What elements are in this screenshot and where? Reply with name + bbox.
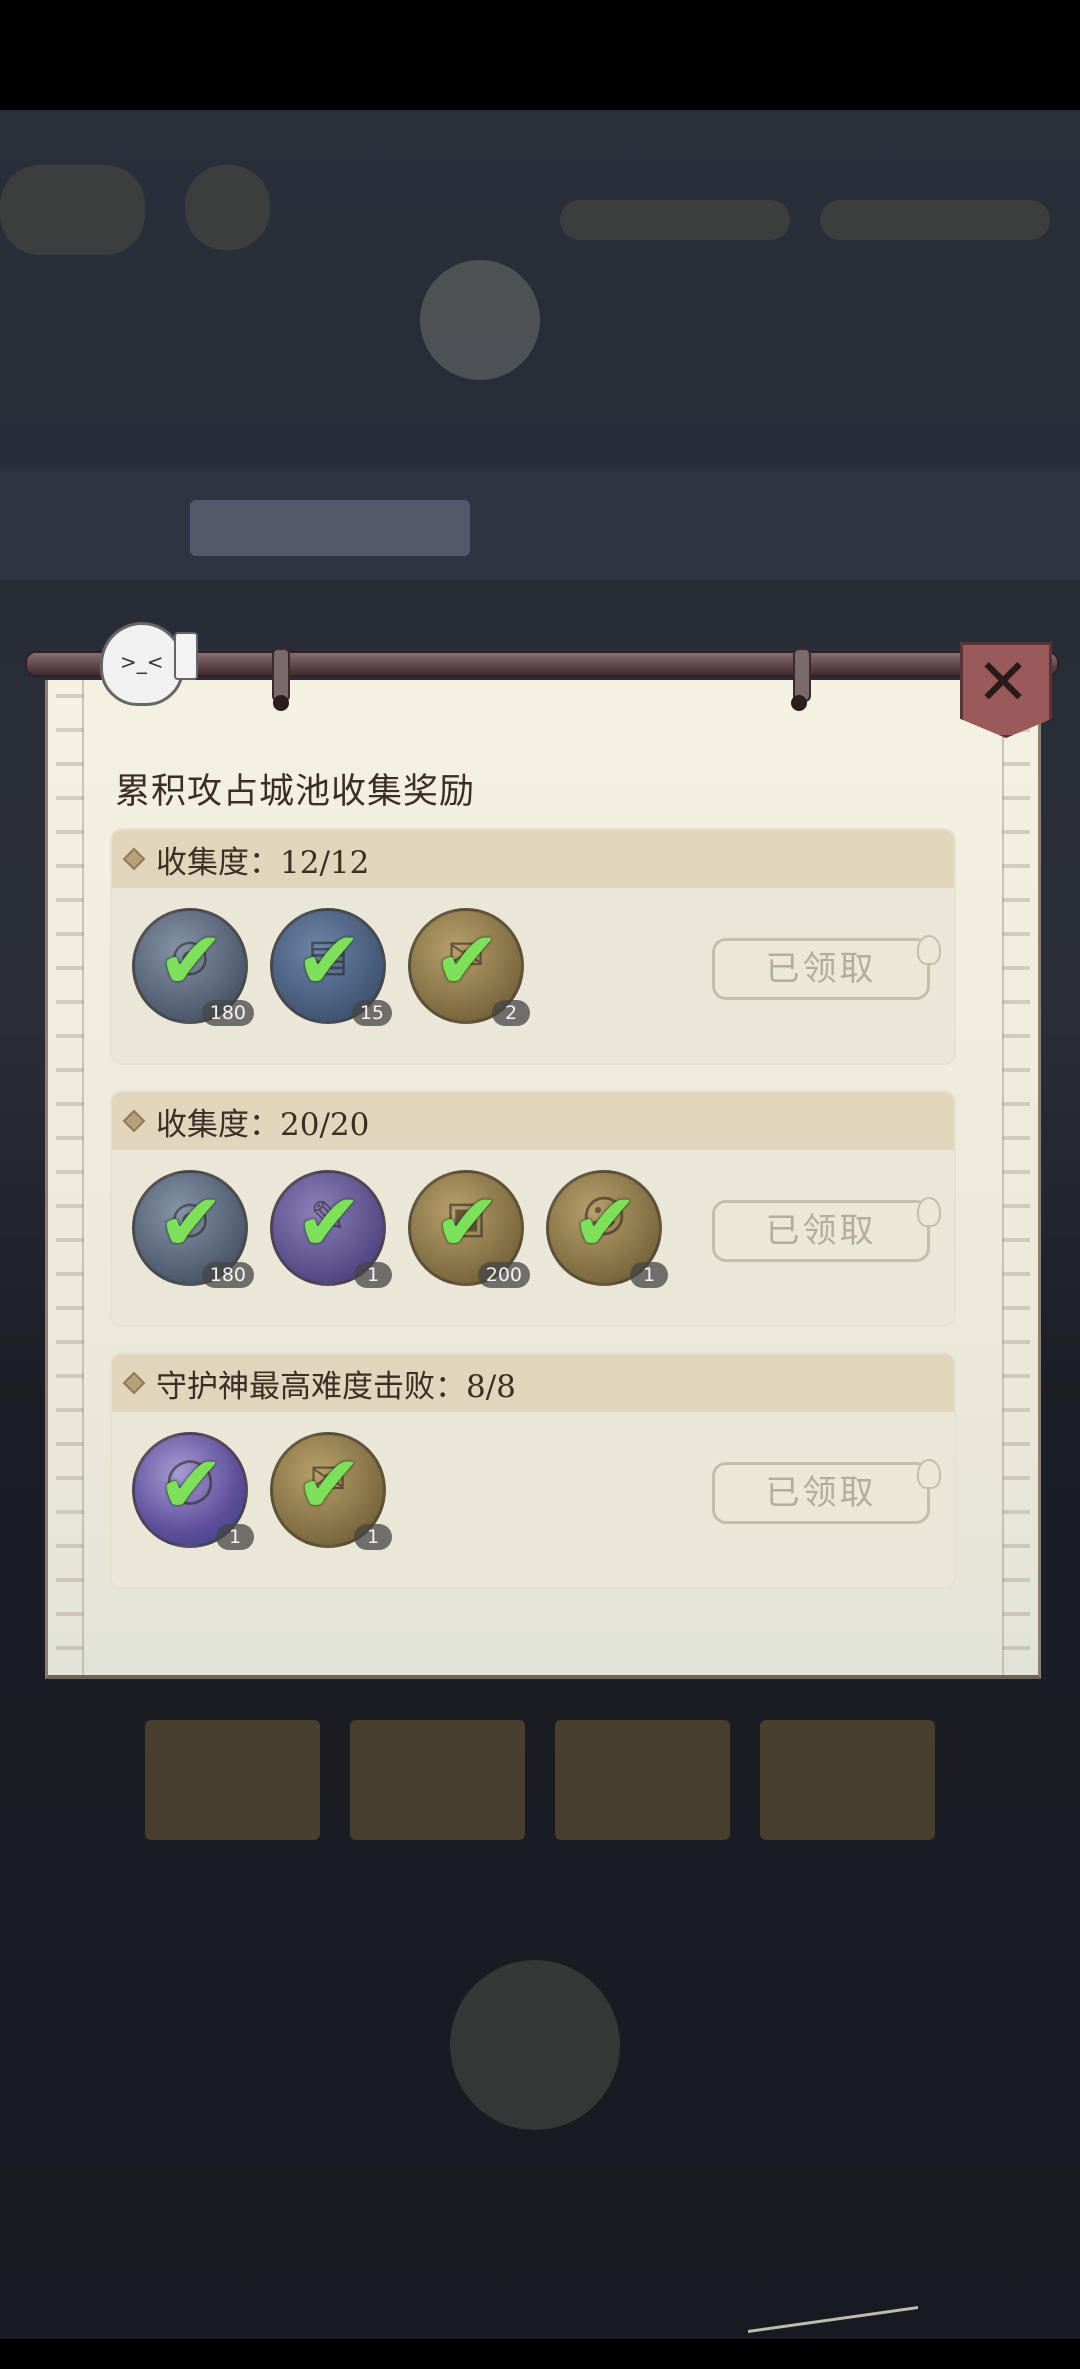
reward-quantity: 15 [351, 1000, 392, 1026]
close-button[interactable]: ✕ [960, 642, 1052, 750]
reward-item[interactable]: ◎ ✔ 180 [132, 908, 254, 1026]
reward-quantity: 1 [354, 1262, 392, 1288]
bg-tile [145, 1720, 320, 1840]
claimed-button[interactable]: 已领取 [712, 1197, 941, 1262]
section-progress: 收集度：20/20 [156, 1106, 370, 1143]
check-icon: ✔ [433, 914, 501, 1007]
bg-resource-bar [560, 200, 790, 240]
bg-circle [450, 1960, 620, 2130]
bg-tile [555, 1720, 730, 1840]
scroll-hook [793, 648, 811, 702]
reward-quantity: 1 [354, 1524, 392, 1550]
scroll-pin [273, 695, 289, 711]
claimed-label: 已领取 [765, 949, 877, 989]
status-bar-area [0, 0, 1080, 110]
section-header: 守护神最高难度击败：8/8 [112, 1354, 954, 1412]
ghost-tail-icon [917, 935, 941, 965]
ghost-mascot: >_< [100, 612, 198, 708]
check-icon: ✔ [157, 914, 225, 1007]
lantern-icon [174, 632, 198, 680]
reward-item[interactable]: ◯ ✔ 1 [132, 1432, 254, 1550]
reward-quantity: 200 [477, 1262, 530, 1288]
check-icon: ✔ [157, 1438, 225, 1531]
claimed-button[interactable]: 已领取 [712, 1459, 941, 1524]
reward-quantity: 1 [216, 1524, 254, 1550]
reward-item[interactable]: ▤ ✔ 15 [270, 908, 392, 1026]
bg-resource-bar [820, 200, 1050, 240]
reward-section: 守护神最高难度击败：8/8 ◯ ✔ 1 ✉ ✔ 1 已领取 [110, 1352, 956, 1589]
bg-hud-pill [0, 165, 145, 255]
ghost-tail-icon [917, 1459, 941, 1489]
bg-hud-icon [185, 165, 270, 250]
bg-moon [420, 260, 540, 380]
reward-item[interactable]: ✎ ✔ 1 [270, 1170, 392, 1288]
ghost-tail-icon [917, 1197, 941, 1227]
section-body: ◎ ✔ 180 ✎ ✔ 1 ▣ ✔ 200 ☺ ✔ 1 已领取 [112, 1150, 954, 1325]
section-header: 收集度：12/12 [112, 830, 954, 888]
diamond-icon [122, 1109, 146, 1133]
scroll-pin [791, 695, 807, 711]
check-icon: ✔ [433, 1176, 501, 1269]
close-icon: ✕ [976, 646, 1030, 720]
reward-section: 收集度：20/20 ◎ ✔ 180 ✎ ✔ 1 ▣ ✔ 200 ☺ ✔ 1 已领… [110, 1090, 956, 1327]
bg-tile [760, 1720, 935, 1840]
reward-item[interactable]: ✉ ✔ 1 [270, 1432, 392, 1550]
claimed-label: 已领取 [765, 1211, 877, 1251]
right-border-pattern [1002, 680, 1030, 1675]
reward-quantity: 1 [630, 1262, 668, 1288]
claimed-button[interactable]: 已领取 [712, 935, 941, 1000]
section-header: 收集度：20/20 [112, 1092, 954, 1150]
section-progress: 收集度：12/12 [156, 844, 370, 881]
reward-item[interactable]: ▣ ✔ 200 [408, 1170, 530, 1288]
check-icon: ✔ [295, 1176, 363, 1269]
panel-title: 累积攻占城池收集奖励 [115, 772, 476, 812]
reward-quantity: 2 [492, 1000, 530, 1026]
claimed-label: 已领取 [765, 1473, 877, 1513]
reward-item[interactable]: ✉ ✔ 2 [408, 908, 530, 1026]
reward-section: 收集度：12/12 ◎ ✔ 180 ▤ ✔ 15 ✉ ✔ 2 已领取 [110, 828, 956, 1065]
bg-band [0, 470, 1080, 580]
left-border-pattern [56, 680, 84, 1675]
section-progress: 守护神最高难度击败：8/8 [156, 1368, 516, 1405]
check-icon: ✔ [157, 1176, 225, 1269]
section-body: ◯ ✔ 1 ✉ ✔ 1 已领取 [112, 1412, 954, 1587]
reward-quantity: 180 [201, 1000, 254, 1026]
diamond-icon [122, 1371, 146, 1395]
check-icon: ✔ [295, 914, 363, 1007]
bg-tab [190, 500, 470, 556]
reward-item[interactable]: ◎ ✔ 180 [132, 1170, 254, 1288]
diamond-icon [122, 847, 146, 871]
reward-item[interactable]: ☺ ✔ 1 [546, 1170, 668, 1288]
section-body: ◎ ✔ 180 ▤ ✔ 15 ✉ ✔ 2 已领取 [112, 888, 954, 1063]
ghost-face: >_< [120, 650, 164, 674]
check-icon: ✔ [571, 1176, 639, 1269]
reward-quantity: 180 [201, 1262, 254, 1288]
check-icon: ✔ [295, 1438, 363, 1531]
scroll-hook [272, 648, 290, 702]
bg-tile [350, 1720, 525, 1840]
